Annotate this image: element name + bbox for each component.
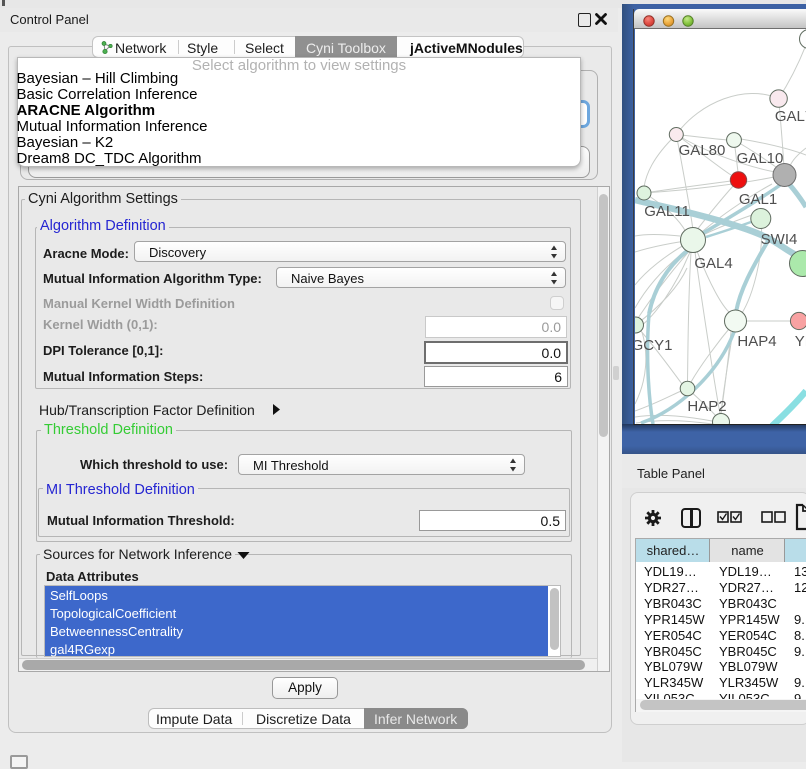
svg-text:GAL7: GAL7 xyxy=(775,108,806,125)
svg-text:HAP4: HAP4 xyxy=(737,333,776,350)
svg-text:GAL80: GAL80 xyxy=(679,142,726,159)
svg-text:SWI4: SWI4 xyxy=(761,231,798,248)
svg-text:GAL11: GAL11 xyxy=(644,203,690,220)
svg-text:HAP2: HAP2 xyxy=(687,398,726,415)
svg-text:YM: YM xyxy=(795,333,806,350)
svg-text:GAL10: GAL10 xyxy=(737,150,784,167)
svg-text:GCY1: GCY1 xyxy=(635,337,672,354)
svg-text:GAL4: GAL4 xyxy=(694,255,732,272)
svg-text:GAL1: GAL1 xyxy=(739,191,777,208)
